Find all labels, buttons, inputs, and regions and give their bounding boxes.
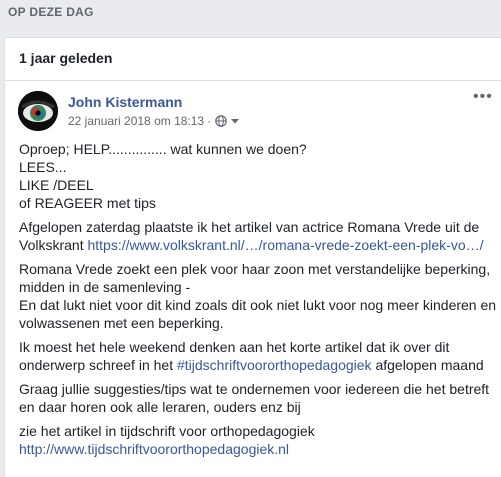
- eye-avatar-icon: [18, 91, 58, 131]
- tijdschrift-link[interactable]: http://www.tijdschriftvoororthopedagogie…: [19, 441, 289, 457]
- text: Graag jullie suggesties/tips wat te onde…: [19, 381, 490, 415]
- paragraph: zie het artikel in tijdschrift voor orth…: [19, 422, 501, 458]
- text-line: En dat lukt niet voor dit kind zoals dit…: [19, 297, 497, 331]
- author-name[interactable]: John Kistermann: [68, 94, 182, 110]
- paragraph: Afgelopen zaterdag plaatste ik het artik…: [19, 218, 501, 254]
- section-title: OP DEZE DAG: [8, 5, 94, 19]
- text-line: Romana Vrede zoekt een plek voor haar zo…: [19, 261, 491, 295]
- hashtag-link[interactable]: #tijdschriftvoororthopedagogiek: [177, 357, 372, 373]
- text: zie het artikel in tijdschrift voor orth…: [19, 423, 315, 439]
- memory-card: 1 jaar geleden John Kistermann 22 januar…: [4, 37, 501, 477]
- paragraph: Ik moest het hele weekend denken aan het…: [19, 338, 501, 374]
- meta-separator: ·: [207, 114, 212, 128]
- globe-icon: [215, 115, 227, 127]
- paragraph: Oproep; HELP............... wat kunnen w…: [19, 140, 501, 212]
- post-meta: 22 januari 2018 om 18:13 ·: [68, 114, 241, 128]
- post-timestamp[interactable]: 22 januari 2018 om 18:13: [68, 114, 204, 128]
- caret-down-icon[interactable]: [229, 115, 241, 127]
- text-line: LIKE /DEEL: [19, 177, 94, 193]
- text-line: of REAGEER met tips: [19, 195, 156, 211]
- card-title: 1 jaar geleden: [19, 50, 113, 66]
- text-line: LEES...: [19, 159, 67, 175]
- paragraph: Romana Vrede zoekt een plek voor haar zo…: [19, 260, 501, 332]
- paragraph: Graag jullie suggesties/tips wat te onde…: [19, 380, 501, 416]
- post-body: Oproep; HELP............... wat kunnen w…: [19, 140, 501, 464]
- text-line: Oproep; HELP............... wat kunnen w…: [19, 141, 307, 157]
- more-options-button[interactable]: •••: [473, 89, 493, 105]
- divider: [5, 80, 501, 81]
- text: afgelopen maand: [371, 357, 484, 373]
- volkskrant-link[interactable]: https://www.volkskrant.nl/…/romana-vrede…: [87, 237, 483, 253]
- avatar[interactable]: [18, 91, 58, 131]
